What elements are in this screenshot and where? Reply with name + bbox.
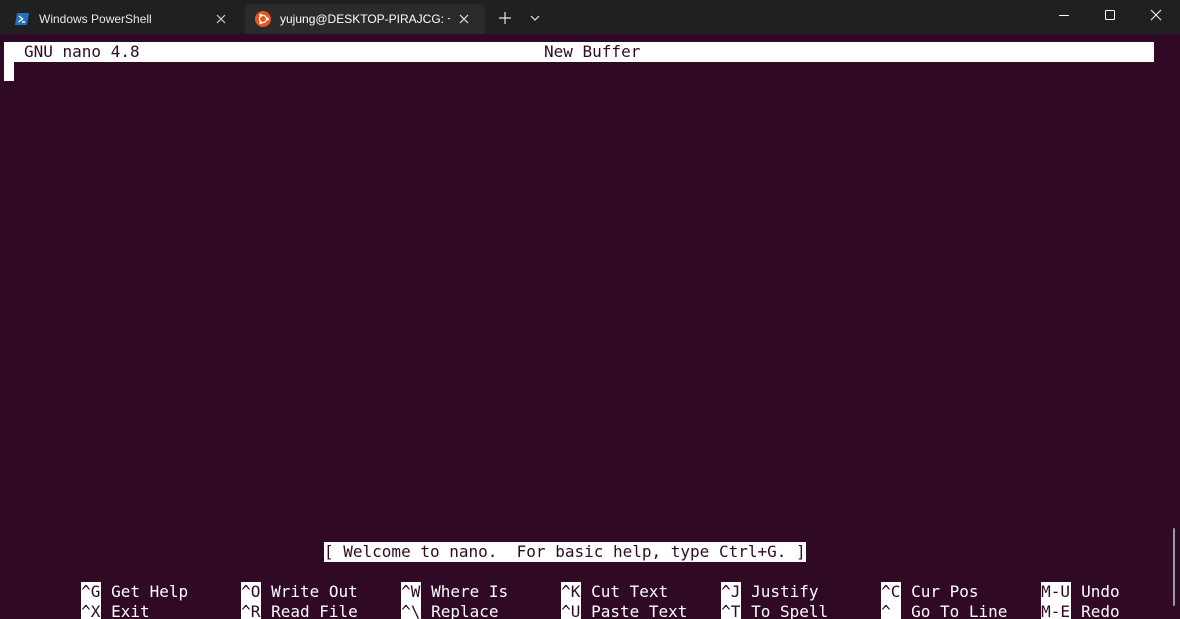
tab-label: Windows PowerShell xyxy=(39,12,152,26)
ubuntu-icon xyxy=(255,11,271,27)
shortcut-where-is: ^W Where Is xyxy=(324,562,508,602)
minimize-icon xyxy=(1059,15,1069,16)
shortcut-key: ^X xyxy=(81,602,102,619)
buffer-name: New Buffer xyxy=(544,42,641,61)
tab-ubuntu[interactable]: yujung@DESKTOP-PIRAJCG: ~ xyxy=(245,4,485,34)
maximize-button[interactable] xyxy=(1087,0,1133,30)
shortcut-cur-pos: ^C Cur Pos xyxy=(804,562,979,602)
tab-label: yujung@DESKTOP-PIRAJCG: ~ xyxy=(280,12,450,26)
tab-dropdown-button[interactable] xyxy=(522,7,548,29)
nano-version: GNU nano 4.8 xyxy=(24,42,140,61)
minimize-button[interactable] xyxy=(1041,0,1087,30)
maximize-icon xyxy=(1105,10,1115,20)
status-message: [ Welcome to nano. For basic help, type … xyxy=(324,542,806,562)
shortcut-undo: M-U Undo xyxy=(964,562,1120,602)
shortcut-key: ^_ xyxy=(881,602,902,619)
shortcut-key: ^\ xyxy=(401,602,422,619)
shortcut-exit: ^X Exit xyxy=(4,582,150,619)
tab-bar: Windows PowerShell yujung@DESKTOP-PIRAJC… xyxy=(0,0,1180,34)
close-icon[interactable] xyxy=(214,12,228,26)
nano-title-bar: GNU nano 4.8 New Buffer xyxy=(4,42,1154,62)
scrollbar[interactable] xyxy=(1173,528,1175,606)
shortcut-label: Redo xyxy=(1081,602,1120,619)
shortcut-key: ^U xyxy=(561,602,582,619)
shortcut-key: M-E xyxy=(1041,602,1072,619)
terminal-area[interactable]: GNU nano 4.8 New Buffer [ Welcome to nan… xyxy=(0,34,1180,619)
shortcut-replace: ^\ Replace xyxy=(324,582,499,619)
close-icon xyxy=(1150,9,1162,21)
shortcut-key: ^R xyxy=(241,602,262,619)
plus-icon xyxy=(499,12,511,24)
tab-windows-powershell[interactable]: Windows PowerShell xyxy=(4,4,242,34)
shortcut-justify: ^J Justify xyxy=(644,562,819,602)
shortcut-cut-text: ^K Cut Text xyxy=(484,562,668,602)
shortcut-get-help: ^G Get Help xyxy=(4,562,188,602)
close-window-button[interactable] xyxy=(1133,0,1179,30)
close-icon[interactable] xyxy=(457,12,471,26)
shortcut-list: ^G Get Help ^O Write Out ^W Where Is ^K Cut … xyxy=(4,562,1154,619)
terminal-window: Windows PowerShell yujung@DESKTOP-PIRAJC… xyxy=(0,0,1180,619)
chevron-down-icon xyxy=(530,15,540,21)
shortcut-label: Exit xyxy=(111,602,150,619)
shortcut-key: ^T xyxy=(721,602,742,619)
new-tab-button[interactable] xyxy=(492,7,518,29)
text-cursor xyxy=(4,62,14,81)
shortcut-to-spell: ^T To Spell xyxy=(644,582,828,619)
shortcut-redo: M-E Redo xyxy=(964,582,1120,619)
powershell-icon xyxy=(15,13,29,25)
